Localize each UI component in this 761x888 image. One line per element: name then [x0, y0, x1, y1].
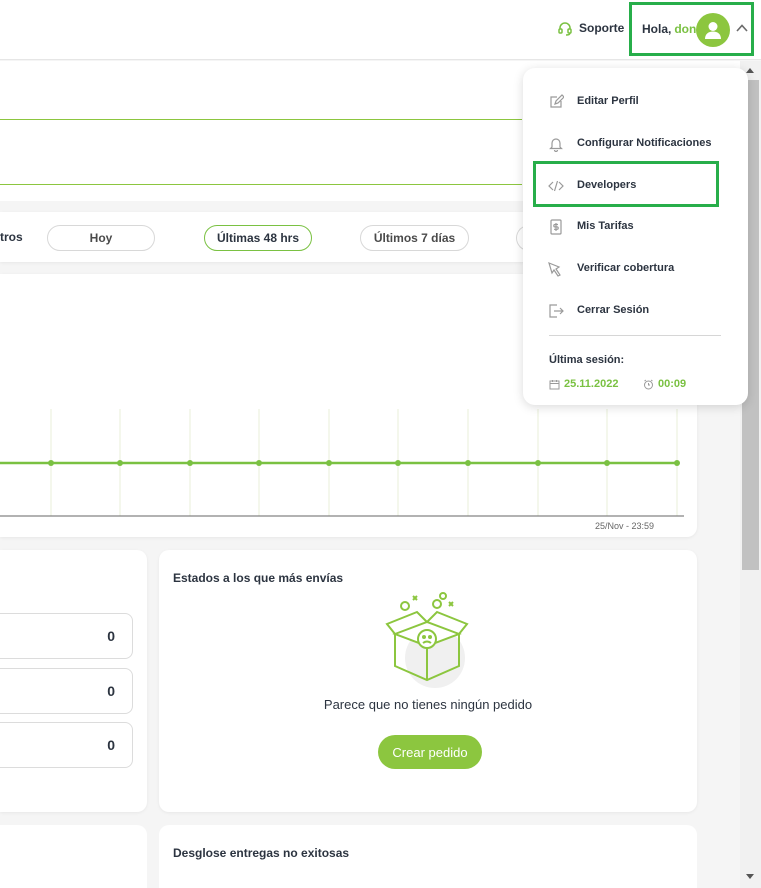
- menu-item-label: Editar Perfil: [577, 95, 639, 107]
- support-label: Soporte: [579, 21, 625, 35]
- empty-state-message: Parece que no tienes ningún pedido: [323, 697, 533, 712]
- last-session-time: 00:09: [643, 378, 686, 390]
- data-point[interactable]: [256, 460, 262, 466]
- edit-icon: [550, 94, 564, 108]
- user-menu-toggle[interactable]: Hola, don: [629, 2, 754, 56]
- stat-value: 0: [107, 737, 115, 753]
- data-point[interactable]: [535, 460, 541, 466]
- support-link[interactable]: Soporte: [557, 18, 624, 38]
- session-date-value: 25.11.2022: [564, 378, 619, 390]
- avatar[interactable]: [696, 13, 730, 47]
- divider-line: [0, 119, 522, 120]
- stat-value: 0: [107, 683, 115, 699]
- divider-line: [0, 184, 522, 185]
- create-order-button[interactable]: Crear pedido: [378, 735, 482, 769]
- menu-item-rates[interactable]: Mis Tarifas: [523, 212, 748, 242]
- top-states-card: Estados a los que más envías Parece que …: [159, 550, 697, 812]
- headset-icon: [558, 22, 572, 36]
- scroll-down-arrow-icon[interactable]: [745, 873, 755, 881]
- data-point[interactable]: [187, 460, 193, 466]
- coverage-icon: [548, 261, 561, 277]
- menu-item-notifications[interactable]: Configurar Notificaciones: [523, 129, 748, 159]
- calendar-icon: [549, 379, 560, 389]
- clock-icon: [644, 379, 653, 389]
- menu-item-coverage[interactable]: Verificar cobertura: [523, 254, 748, 284]
- session-time-value: 00:09: [658, 378, 687, 390]
- menu-item-label: Mis Tarifas: [577, 220, 634, 232]
- stat-value: 0: [107, 628, 115, 644]
- bottom-left-card: [0, 825, 147, 888]
- menu-divider: [549, 335, 721, 336]
- data-point[interactable]: [117, 460, 123, 466]
- filter-label: tros: [0, 230, 23, 244]
- data-point[interactable]: [465, 460, 471, 466]
- filter-48h-button[interactable]: Últimas 48 hrs: [204, 225, 312, 251]
- menu-item-edit-profile[interactable]: Editar Perfil: [523, 87, 748, 117]
- stat-box: 0: [0, 613, 133, 659]
- stat-box: 0: [0, 722, 133, 768]
- filter-7d-button[interactable]: Últimos 7 días: [360, 225, 469, 251]
- failed-deliveries-card: Desglose entregas no exitosas: [159, 825, 697, 888]
- data-point[interactable]: [326, 460, 332, 466]
- greeting-text: Hola, don: [642, 22, 696, 36]
- menu-item-label: Cerrar Sesión: [577, 304, 650, 316]
- greeting-label: Hola,: [642, 22, 672, 36]
- developers-highlight: [533, 161, 719, 207]
- logout-icon: [549, 304, 564, 318]
- user-name: don: [674, 22, 697, 36]
- bell-icon: [549, 138, 563, 152]
- data-point[interactable]: [48, 460, 54, 466]
- scroll-up-arrow-icon[interactable]: [745, 66, 755, 74]
- menu-item-label: Configurar Notificaciones: [577, 137, 712, 149]
- user-dropdown-menu: Editar Perfil Configurar Notificaciones …: [523, 68, 748, 405]
- menu-item-logout[interactable]: Cerrar Sesión: [523, 296, 748, 326]
- last-session-label: Última sesión:: [549, 354, 625, 366]
- chevron-up-icon[interactable]: [735, 21, 749, 35]
- filter-today-button[interactable]: Hoy: [47, 225, 155, 251]
- card-title: Desglose entregas no exitosas: [173, 846, 350, 860]
- x-axis-end-label: 25/Nov - 23:59: [595, 521, 654, 531]
- user-icon: [705, 22, 721, 39]
- data-point[interactable]: [395, 460, 401, 466]
- card-title: Estados a los que más envías: [173, 571, 344, 585]
- menu-item-label: Verificar cobertura: [577, 262, 675, 274]
- last-session-date: 25.11.2022: [549, 378, 618, 390]
- data-point[interactable]: [674, 460, 680, 466]
- stats-card: 0 0 0: [0, 550, 147, 812]
- stat-box: 0: [0, 668, 133, 714]
- empty-box-illustration: [385, 592, 469, 688]
- data-point[interactable]: [604, 460, 610, 466]
- receipt-icon: [550, 219, 562, 235]
